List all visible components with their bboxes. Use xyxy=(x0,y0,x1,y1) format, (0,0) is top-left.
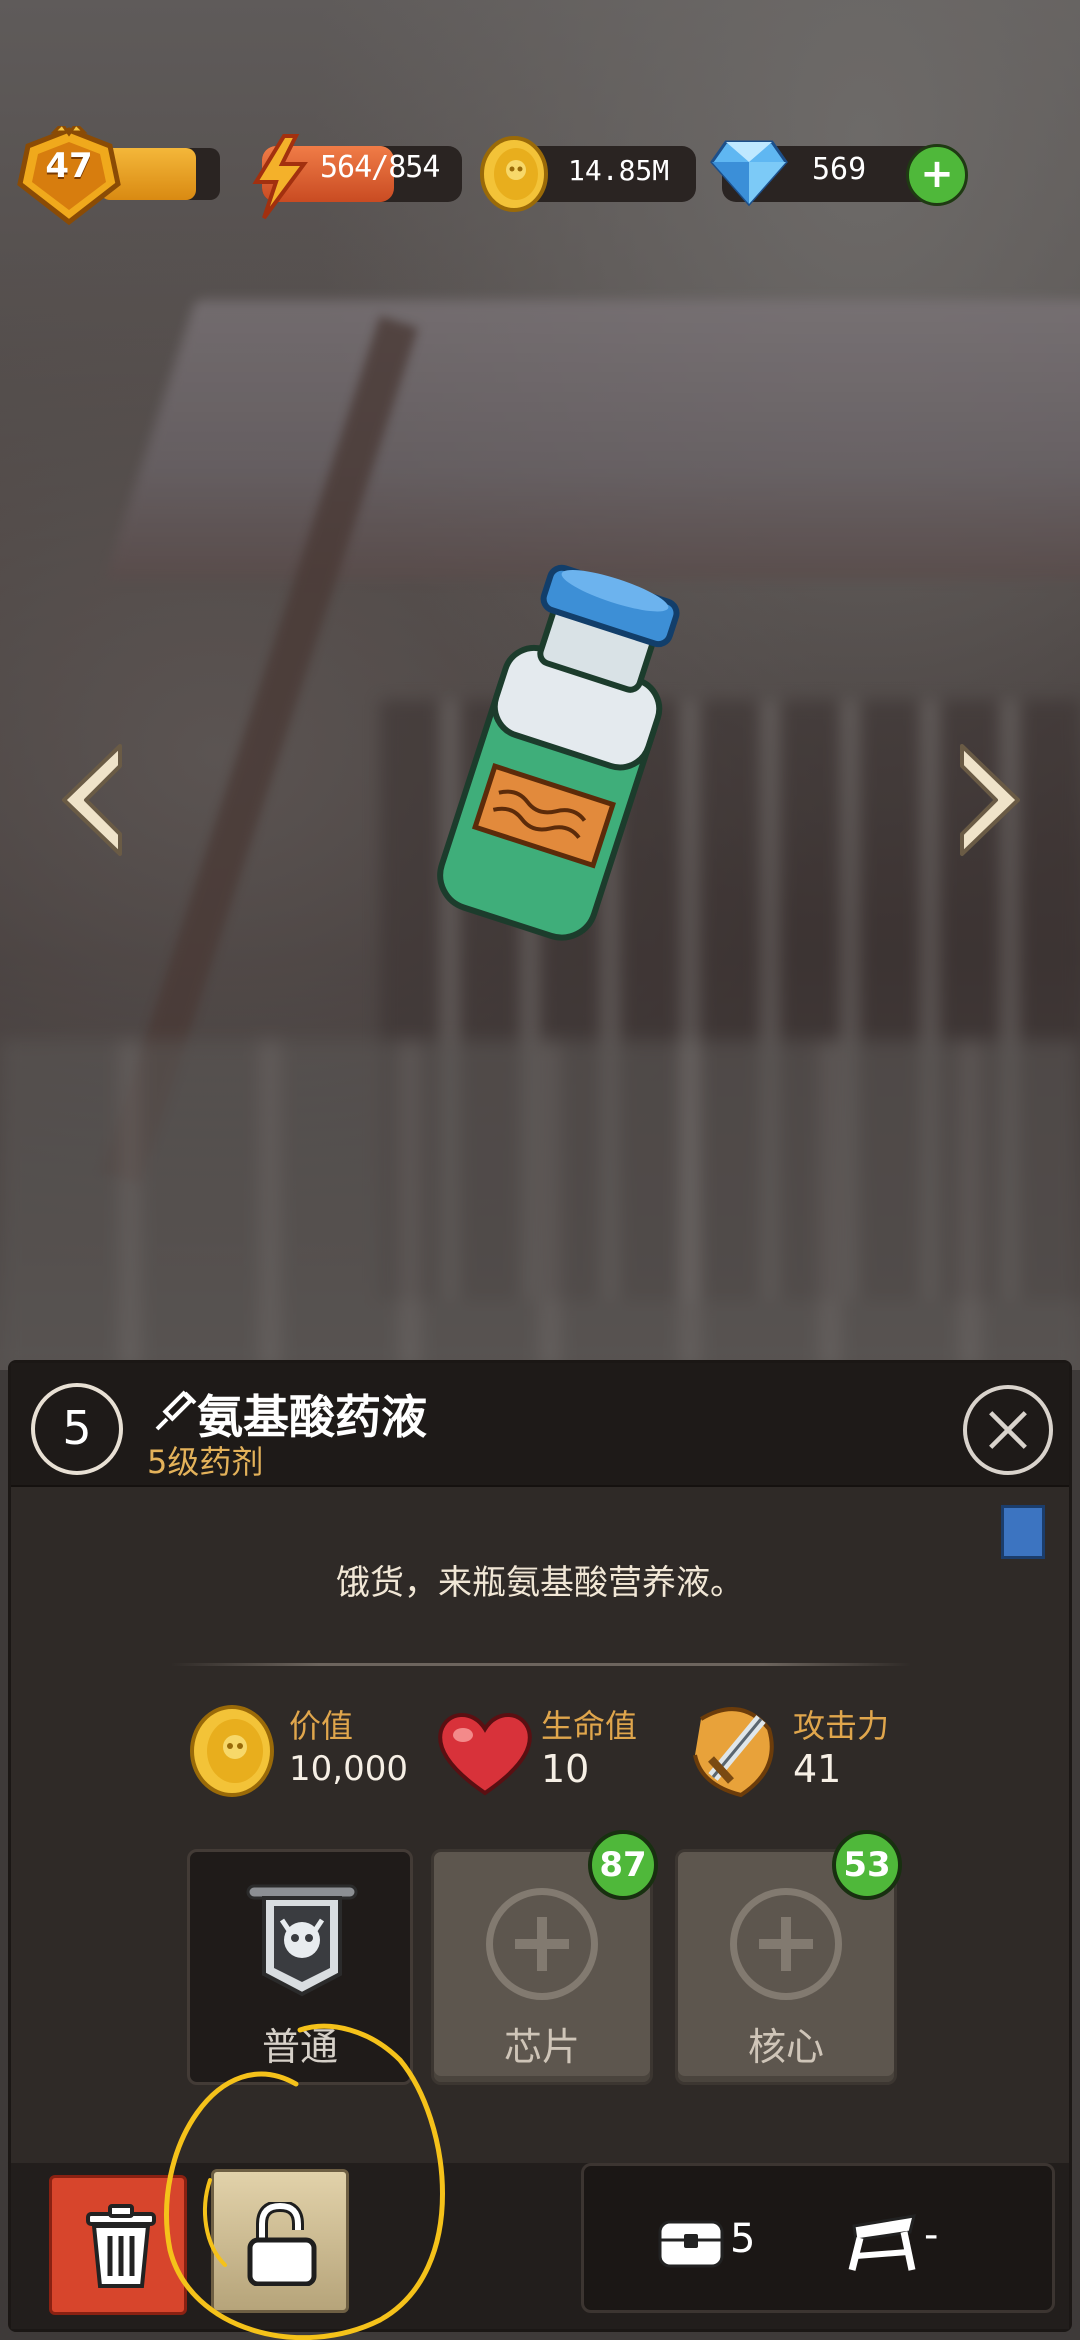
close-icon[interactable] xyxy=(963,1385,1053,1475)
item-detail-panel: 5 氨基酸药液 5级药剂 饿货，来瓶氨基酸营养液。 价值 10,000 生命值 … xyxy=(8,1360,1072,2332)
energy-value: 564/854 xyxy=(320,150,440,185)
slot-core-label: 核心 xyxy=(747,2025,824,2069)
slot-normal[interactable]: 普通 xyxy=(187,1849,413,2085)
background-floor xyxy=(0,1040,1080,1370)
unlocked-padlock-icon xyxy=(247,2202,317,2286)
add-gems-button[interactable]: + xyxy=(906,144,968,206)
stat-value-hp: 10 xyxy=(541,1747,590,1791)
item-level-circle: 5 xyxy=(31,1383,123,1475)
item-description: 饿货，来瓶氨基酸营养液。 xyxy=(336,1563,744,1603)
plus-icon xyxy=(486,1888,598,2000)
bookmark-icon[interactable] xyxy=(1001,1505,1045,1559)
gold-coin-icon xyxy=(480,136,548,212)
player-level: 47 xyxy=(45,146,93,186)
item-inventory-info: 5 - xyxy=(581,2163,1055,2313)
chip-count-badge: 87 xyxy=(588,1830,658,1900)
stat-value-value: 10,000 xyxy=(289,1749,408,1789)
lightning-icon xyxy=(252,134,308,220)
next-item-arrow-icon[interactable] xyxy=(956,740,1026,860)
diamond-icon xyxy=(710,140,788,207)
stat-label-hp: 生命值 xyxy=(541,1707,638,1745)
gem-value: 569 xyxy=(812,152,867,187)
demon-banner-icon xyxy=(246,1884,358,1997)
slot-core[interactable]: 核心 53 xyxy=(675,1830,902,2085)
lock-button[interactable] xyxy=(211,2169,349,2313)
stat-value-attack: 41 xyxy=(793,1747,842,1791)
divider xyxy=(171,1663,911,1666)
item-grade: 5级药剂 xyxy=(147,1443,264,1481)
trash-icon xyxy=(86,2204,156,2288)
sword-icon xyxy=(693,1707,774,1798)
slot-chip[interactable]: 芯片 87 xyxy=(431,1830,658,2085)
slot-normal-label: 普通 xyxy=(261,2025,338,2069)
stat-label-attack: 攻击力 xyxy=(793,1707,890,1745)
stack-count: 5 xyxy=(730,2216,756,2262)
plus-icon xyxy=(730,1888,842,2000)
equip-count: - xyxy=(924,2212,939,2258)
gold-value: 14.85M xyxy=(568,154,670,187)
background-roof xyxy=(104,300,1080,580)
heart-icon xyxy=(438,1713,532,1796)
syringe-icon xyxy=(155,1390,197,1431)
chest-icon xyxy=(658,2220,724,2268)
slot-chip-label: 芯片 xyxy=(503,2025,580,2069)
gold-coin-icon xyxy=(190,1705,274,1797)
amino-acid-bottle-image xyxy=(437,564,680,941)
core-count-badge: 53 xyxy=(832,1830,902,1900)
panel-header: 5 氨基酸药液 5级药剂 xyxy=(11,1363,1069,1487)
delete-button[interactable] xyxy=(49,2175,187,2315)
workbench-icon xyxy=(848,2214,917,2271)
stat-label-value: 价值 xyxy=(289,1707,354,1745)
previous-item-arrow-icon[interactable] xyxy=(56,740,126,860)
